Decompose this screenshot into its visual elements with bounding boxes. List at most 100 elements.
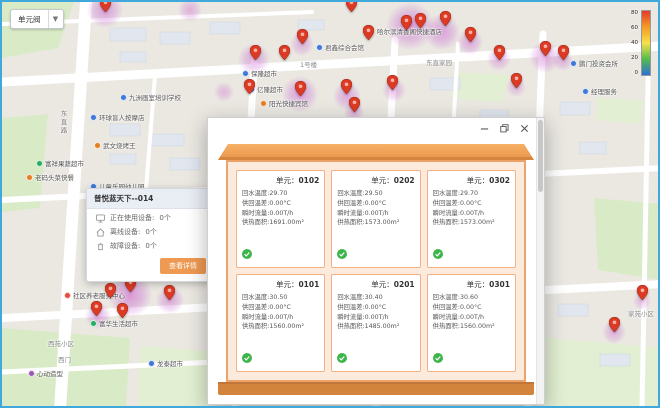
unit-card[interactable]: 单元：0101 回水温度:30.50 供回温差:0.00°C 瞬时流量:0.00… — [236, 274, 325, 372]
map-pin[interactable] — [401, 15, 412, 30]
modal-scrollbar[interactable] — [536, 118, 544, 404]
legend-tick: 20 — [631, 55, 638, 61]
legend-tick: 80 — [631, 10, 638, 16]
status-ok-icon — [242, 242, 319, 263]
legend-tick: 60 — [631, 25, 638, 31]
metric-return-temp: 回水温度:29.50 — [337, 189, 414, 199]
map-pin[interactable] — [117, 303, 128, 318]
heating-map-app: 东直路保隆超市亿隆超市1号楼阳光快捷宾馆九洲画室培训学校环球盲人按摩店武文烧烤王… — [0, 0, 660, 408]
map-pin[interactable] — [244, 79, 255, 94]
cabinet-top — [218, 144, 534, 160]
unit-id: 0302 — [489, 176, 510, 185]
metric-temp-diff: 供回温差:0.00°C — [433, 303, 510, 313]
map-pin[interactable] — [105, 283, 116, 298]
minimize-icon[interactable] — [479, 123, 490, 134]
unit-header: 单元：0302 — [433, 175, 510, 186]
unit-id: 0301 — [489, 280, 510, 289]
cabinet-base — [218, 382, 534, 395]
units-modal: 单元：0102 回水温度:29.70 供回温差:0.00°C 瞬时流量:0.00… — [207, 117, 545, 405]
unit-cabinet: 单元：0102 回水温度:29.70 供回温差:0.00°C 瞬时流量:0.00… — [218, 144, 534, 395]
unit-header: 单元：0202 — [337, 175, 414, 186]
chevron-down-icon[interactable]: ▼ — [48, 10, 63, 28]
map-pin[interactable] — [540, 41, 551, 56]
map-pin[interactable] — [250, 45, 261, 60]
station-tooltip: 普悦蓝天下--014 正在使用设备: 0个 离线设备: 0个 故障设备: 0个 … — [86, 188, 216, 282]
legend-tick: 40 — [631, 40, 638, 46]
metric-return-temp: 回水温度:30.50 — [242, 293, 319, 303]
modal-window-controls — [479, 123, 530, 134]
metric-return-temp: 回水温度:29.70 — [433, 189, 510, 199]
metric-return-temp: 回水温度:30.60 — [433, 293, 510, 303]
legend-ticks: 80 60 40 20 0 — [631, 10, 638, 76]
layer-select-value: 单元阀 — [11, 10, 48, 28]
status-ok-icon — [433, 242, 510, 263]
fault-device-icon — [96, 242, 105, 251]
metric-flow: 瞬时流量:0.00T/h — [337, 313, 414, 323]
map-pin[interactable] — [297, 29, 308, 44]
metric-temp-diff: 供回温差:0.00°C — [337, 303, 414, 313]
map-pin[interactable] — [100, 0, 111, 12]
map-pin[interactable] — [341, 79, 352, 94]
map-pin[interactable] — [349, 97, 360, 112]
metric-area: 供热面积:1560.00m² — [433, 322, 510, 332]
map-pin[interactable] — [387, 75, 398, 90]
map-pin[interactable] — [279, 45, 290, 60]
map-pin[interactable] — [494, 45, 505, 60]
map-pin[interactable] — [164, 285, 175, 300]
unit-header: 单元：0201 — [337, 279, 414, 290]
unit-id: 0102 — [298, 176, 319, 185]
map-pin[interactable] — [295, 81, 306, 96]
tooltip-row: 离线设备: 0个 — [87, 223, 215, 237]
map-pin[interactable] — [91, 301, 102, 316]
unit-header: 单元：0102 — [242, 175, 319, 186]
tooltip-row: 故障设备: 0个 — [87, 237, 215, 251]
metric-temp-diff: 供回温差:0.00°C — [433, 199, 510, 209]
close-icon[interactable] — [519, 123, 530, 134]
map-pin[interactable] — [363, 25, 374, 40]
scrollbar-thumb[interactable] — [538, 120, 543, 192]
view-details-button[interactable]: 查看详情 — [160, 258, 206, 274]
unit-card[interactable]: 单元：0202 回水温度:29.50 供回温差:0.00°C 瞬时流量:0.00… — [331, 170, 420, 268]
tooltip-row-label: 离线设备: — [110, 227, 140, 237]
legend-tick: 0 — [631, 70, 638, 76]
metric-return-temp: 回水温度:30.40 — [337, 293, 414, 303]
metric-flow: 瞬时流量:0.00T/h — [433, 209, 510, 219]
map-pin[interactable] — [465, 27, 476, 42]
temperature-legend: 80 60 40 20 0 — [631, 10, 651, 76]
restore-icon[interactable] — [499, 123, 510, 134]
monitor-icon — [96, 214, 105, 223]
tooltip-row-label: 故障设备: — [110, 241, 140, 251]
unit-card[interactable]: 单元：0302 回水温度:29.70 供回温差:0.00°C 瞬时流量:0.00… — [427, 170, 516, 268]
metric-area: 供热面积:1573.00m² — [433, 218, 510, 228]
metric-flow: 瞬时流量:0.00T/h — [433, 313, 510, 323]
metric-flow: 瞬时流量:0.00T/h — [337, 209, 414, 219]
unit-header: 单元：0101 — [242, 279, 319, 290]
status-ok-icon — [433, 346, 510, 367]
map-pin[interactable] — [440, 11, 451, 26]
map-pin[interactable] — [415, 13, 426, 28]
map-pin[interactable] — [558, 45, 569, 60]
tooltip-row-label: 正在使用设备: — [110, 213, 154, 223]
unit-id: 0202 — [394, 176, 415, 185]
unit-card[interactable]: 单元：0102 回水温度:29.70 供回温差:0.00°C 瞬时流量:0.00… — [236, 170, 325, 268]
map-pin[interactable] — [511, 73, 522, 88]
unit-card[interactable]: 单元：0301 回水温度:30.60 供回温差:0.00°C 瞬时流量:0.00… — [427, 274, 516, 372]
tooltip-row-value: 0个 — [145, 241, 156, 251]
unit-card[interactable]: 单元：0201 回水温度:30.40 供回温差:0.00°C 瞬时流量:0.00… — [331, 274, 420, 372]
metric-flow: 瞬时流量:0.00T/h — [242, 313, 319, 323]
layer-select[interactable]: 单元阀 ▼ — [10, 9, 64, 29]
map-pin[interactable] — [609, 317, 620, 332]
map-pin[interactable] — [637, 285, 648, 300]
status-ok-icon — [337, 346, 414, 367]
metric-area: 供热面积:1485.00m² — [337, 322, 414, 332]
station-title: 普悦蓝天下--014 — [87, 189, 215, 209]
metric-temp-diff: 供回温差:0.00°C — [242, 199, 319, 209]
metric-area: 供热面积:1560.00m² — [242, 322, 319, 332]
metric-area: 供热面积:1573.00m² — [337, 218, 414, 228]
metric-temp-diff: 供回温差:0.00°C — [242, 303, 319, 313]
cabinet-body: 单元：0102 回水温度:29.70 供回温差:0.00°C 瞬时流量:0.00… — [226, 160, 526, 382]
home-icon — [96, 228, 105, 237]
metric-return-temp: 回水温度:29.70 — [242, 189, 319, 199]
map-pin[interactable] — [346, 0, 357, 12]
metric-area: 供热面积:1691.00m² — [242, 218, 319, 228]
